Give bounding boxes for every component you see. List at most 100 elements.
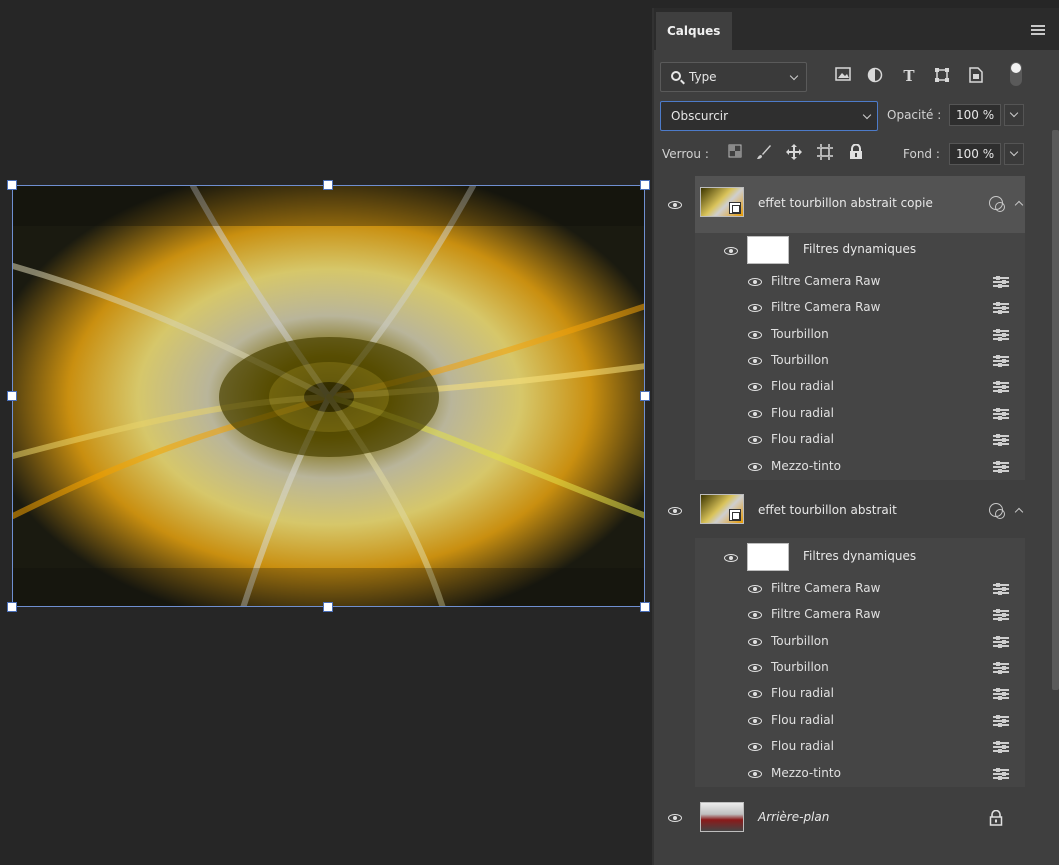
- visibility-eye-icon[interactable]: [748, 638, 762, 646]
- filter-item[interactable]: Mezzo-tinto: [771, 766, 841, 780]
- text-icon[interactable]: T: [900, 67, 918, 85]
- lock-icon[interactable]: [989, 809, 1003, 826]
- visibility-eye-icon[interactable]: [724, 247, 738, 255]
- layer-name[interactable]: Arrière-plan: [758, 810, 829, 824]
- transform-handle-bottom-left[interactable]: [7, 602, 17, 612]
- blend-mode-value: Obscurcir: [671, 109, 729, 123]
- fill-input[interactable]: 100 %: [949, 143, 1001, 165]
- tab-calques[interactable]: Calques: [656, 12, 732, 50]
- transform-handle-top-right[interactable]: [640, 180, 650, 190]
- filter-blending-options-icon[interactable]: [993, 276, 1009, 288]
- filter-blending-options-icon[interactable]: [993, 768, 1009, 780]
- visibility-eye-icon[interactable]: [748, 278, 762, 286]
- lock-transparency-icon[interactable]: [726, 144, 744, 162]
- shape-icon[interactable]: [933, 67, 951, 85]
- filter-blending-options-icon[interactable]: [993, 662, 1009, 674]
- search-icon: [671, 71, 681, 81]
- filter-blending-options-icon[interactable]: [993, 688, 1009, 700]
- layer-thumbnail[interactable]: [700, 187, 744, 217]
- filter-item[interactable]: Mezzo-tinto: [771, 459, 841, 473]
- filter-blending-options-icon[interactable]: [993, 636, 1009, 648]
- visibility-eye-icon[interactable]: [748, 357, 762, 365]
- filter-item[interactable]: Tourbillon: [771, 660, 829, 674]
- filter-blending-options-icon[interactable]: [993, 329, 1009, 341]
- filter-item[interactable]: Flou radial: [771, 406, 834, 420]
- visibility-eye-icon[interactable]: [668, 814, 682, 822]
- fill-dropdown-button[interactable]: [1004, 143, 1024, 165]
- panel-menu-icon[interactable]: [1031, 25, 1045, 35]
- transform-handle-bottom[interactable]: [323, 602, 333, 612]
- visibility-eye-icon[interactable]: [748, 717, 762, 725]
- filter-item[interactable]: Flou radial: [771, 713, 834, 727]
- lock-all-icon[interactable]: [847, 143, 865, 162]
- visibility-eye-icon[interactable]: [668, 507, 682, 515]
- visibility-eye-icon[interactable]: [748, 770, 762, 778]
- filter-item[interactable]: Flou radial: [771, 379, 834, 393]
- adjustment-icon[interactable]: [866, 67, 884, 85]
- filter-item[interactable]: Filtre Camera Raw: [771, 274, 880, 288]
- visibility-eye-icon[interactable]: [748, 436, 762, 444]
- canvas-area[interactable]: [0, 0, 652, 865]
- visibility-eye-icon[interactable]: [748, 383, 762, 391]
- filter-item[interactable]: Tourbillon: [771, 353, 829, 367]
- fill-label: Fond :: [903, 147, 940, 161]
- transform-handle-top-left[interactable]: [7, 180, 17, 190]
- filter-blending-options-icon[interactable]: [993, 609, 1009, 621]
- filter-blending-options-icon[interactable]: [993, 583, 1009, 595]
- filter-item[interactable]: Filtre Camera Raw: [771, 300, 880, 314]
- filter-blending-options-icon[interactable]: [993, 715, 1009, 727]
- visibility-eye-icon[interactable]: [748, 743, 762, 751]
- layer-name[interactable]: effet tourbillon abstrait copie: [758, 196, 933, 210]
- filter-blending-options-icon[interactable]: [993, 355, 1009, 367]
- document-image[interactable]: [12, 185, 645, 607]
- filter-toggle-switch[interactable]: [1010, 62, 1022, 86]
- visibility-eye-icon[interactable]: [724, 554, 738, 562]
- lock-paint-icon[interactable]: [755, 144, 773, 162]
- layers-scrollbar[interactable]: [1052, 130, 1059, 690]
- chevron-down-icon: [789, 71, 799, 81]
- visibility-eye-icon[interactable]: [748, 585, 762, 593]
- filter-item[interactable]: Flou radial: [771, 739, 834, 753]
- filter-item[interactable]: Tourbillon: [771, 327, 829, 341]
- layer-name[interactable]: effet tourbillon abstrait: [758, 503, 897, 517]
- image-icon[interactable]: [834, 67, 852, 85]
- filter-blending-options-icon[interactable]: [993, 302, 1009, 314]
- fx-mask-icon[interactable]: [989, 196, 1005, 212]
- filter-blending-options-icon[interactable]: [993, 381, 1009, 393]
- transform-handle-right[interactable]: [640, 391, 650, 401]
- filter-blending-options-icon[interactable]: [993, 408, 1009, 420]
- visibility-eye-icon[interactable]: [748, 331, 762, 339]
- transform-handle-bottom-right[interactable]: [640, 602, 650, 612]
- visibility-eye-icon[interactable]: [748, 304, 762, 312]
- filter-item[interactable]: Filtre Camera Raw: [771, 581, 880, 595]
- filter-blending-options-icon[interactable]: [993, 461, 1009, 473]
- smart-filter-mask-thumbnail[interactable]: [747, 543, 789, 571]
- visibility-eye-icon[interactable]: [748, 611, 762, 619]
- transform-handle-left[interactable]: [7, 391, 17, 401]
- fx-mask-icon[interactable]: [989, 503, 1005, 519]
- visibility-eye-icon[interactable]: [748, 463, 762, 471]
- visibility-eye-icon[interactable]: [748, 410, 762, 418]
- filter-item[interactable]: Flou radial: [771, 686, 834, 700]
- layer-filter-select[interactable]: Type: [660, 62, 807, 92]
- opacity-input[interactable]: 100 %: [949, 104, 1001, 126]
- layer-thumbnail[interactable]: [700, 802, 744, 832]
- smart-filter-mask-thumbnail[interactable]: [747, 236, 789, 264]
- visibility-eye-icon[interactable]: [748, 690, 762, 698]
- filter-item[interactable]: Flou radial: [771, 432, 834, 446]
- smart-object-icon[interactable]: [967, 67, 985, 85]
- visibility-eye-icon[interactable]: [668, 201, 682, 209]
- blend-mode-select[interactable]: Obscurcir: [660, 101, 878, 131]
- opacity-dropdown-button[interactable]: [1004, 104, 1024, 126]
- layer-filters-group: [695, 538, 1025, 787]
- opacity-label: Opacité :: [887, 108, 942, 122]
- lock-artboard-icon[interactable]: [816, 144, 834, 162]
- filter-blending-options-icon[interactable]: [993, 741, 1009, 753]
- filter-item[interactable]: Filtre Camera Raw: [771, 607, 880, 621]
- visibility-eye-icon[interactable]: [748, 664, 762, 672]
- lock-position-icon[interactable]: [785, 144, 803, 162]
- filter-item[interactable]: Tourbillon: [771, 634, 829, 648]
- transform-handle-top[interactable]: [323, 180, 333, 190]
- layer-thumbnail[interactable]: [700, 494, 744, 524]
- filter-blending-options-icon[interactable]: [993, 434, 1009, 446]
